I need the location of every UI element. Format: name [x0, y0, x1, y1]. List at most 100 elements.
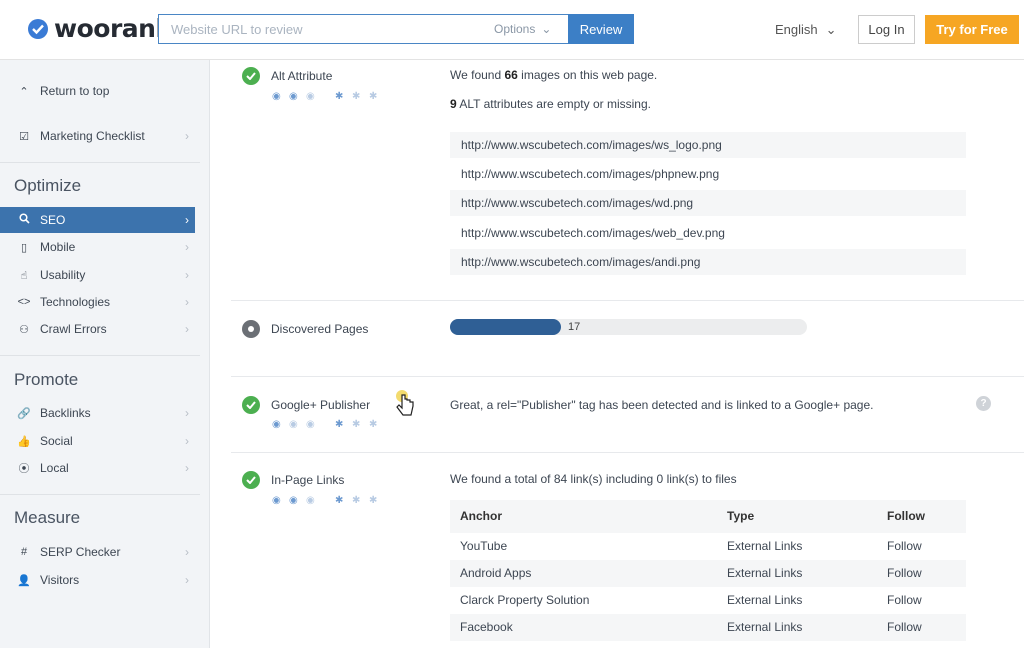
sidebar-item-label: Crawl Errors [40, 322, 107, 336]
links-summary: We found a total of 84 link(s) including… [450, 472, 737, 486]
sidebar-item-label: Mobile [40, 240, 76, 254]
sidebar-divider [0, 162, 200, 163]
sidebar-item-usability[interactable]: ☝ Usability › [0, 262, 195, 288]
sidebar-item-label: Local [40, 461, 69, 475]
discovered-pages-bar-fill [450, 319, 561, 335]
hand-pointer-icon: ☝ [20, 269, 28, 282]
sidebar-item-technologies[interactable]: <> Technologies › [0, 289, 195, 315]
sidebar-item-local[interactable]: ⦿ Local › [0, 455, 195, 481]
missing-alt-url: http://www.wscubetech.com/images/web_dev… [450, 220, 966, 246]
sidebar-item-backlinks[interactable]: 🔗 Backlinks › [0, 400, 195, 426]
login-button[interactable]: Log In [858, 15, 915, 44]
sidebar-item-label: Usability [40, 268, 86, 282]
anchor-cell: YouTube [460, 539, 508, 553]
hand-cursor-icon [393, 390, 417, 425]
impact-icon: ◉ [272, 495, 281, 506]
missing-alt-url: http://www.wscubetech.com/images/andi.pn… [450, 249, 966, 275]
chevron-down-icon: ⌄ [541, 22, 552, 36]
chevron-right-icon: › [185, 322, 189, 336]
column-header-follow[interactable]: Follow [887, 500, 925, 533]
sidebar-item-marketing-checklist[interactable]: ☑ Marketing Checklist › [0, 123, 195, 149]
column-header-type[interactable]: Type [727, 500, 754, 533]
type-cell: External Links [727, 593, 803, 607]
alt-missing-text: 9 ALT attributes are empty or missing. [450, 97, 651, 111]
type-cell: External Links [727, 566, 803, 580]
impact-icon: ◉ [289, 91, 298, 102]
section-heading-optimize: Optimize [14, 176, 82, 195]
follow-cell: Follow [887, 593, 922, 607]
missing-alt-url: http://www.wscubetech.com/images/phpnew.… [450, 161, 966, 187]
sidebar-item-seo[interactable]: SEO › [0, 207, 195, 233]
impact-icon: ◉ [272, 419, 281, 430]
type-cell: External Links [727, 620, 803, 634]
discovered-pages-count: 17 [568, 321, 581, 333]
return-to-top[interactable]: ⌃ Return to top [0, 78, 195, 104]
gear-icon: ✱ [335, 495, 344, 506]
sidebar-divider [0, 494, 200, 495]
impact-icon: ◉ [306, 91, 315, 102]
chevron-right-icon: › [185, 268, 189, 282]
chevron-right-icon: › [185, 240, 189, 254]
chevron-up-icon: ⌃ [19, 85, 29, 98]
missing-alt-url: http://www.wscubetech.com/images/ws_logo… [450, 132, 966, 158]
column-header-anchor[interactable]: Anchor [460, 500, 502, 533]
gear-icon: ✱ [352, 495, 361, 506]
check-icon [242, 67, 260, 85]
sidebar-divider [0, 355, 200, 356]
help-icon[interactable]: ? [976, 396, 991, 411]
top-header: woorank Options⌄ Review English⌄ Log In … [0, 0, 1024, 60]
try-free-button[interactable]: Try for Free [925, 15, 1019, 44]
woorank-logo[interactable]: woorank [28, 14, 172, 43]
gear-icon: ✱ [335, 91, 344, 102]
sidebar-item-label: Social [40, 434, 73, 448]
sitemap-icon: ⚇ [19, 323, 29, 336]
criterion-title-alt-attribute[interactable]: Alt Attribute [271, 69, 332, 83]
criterion-title-discovered-pages[interactable]: Discovered Pages [271, 322, 368, 336]
options-dropdown[interactable]: Options ⌄ [494, 14, 551, 44]
review-button[interactable]: Review [568, 14, 634, 44]
section-heading-promote: Promote [14, 370, 79, 389]
sidebar-item-mobile[interactable]: ▯ Mobile › [0, 234, 195, 260]
gear-icon: ✱ [352, 91, 361, 102]
sidebar-item-label: Technologies [40, 295, 111, 309]
table-row: Clarck Property Solution External Links … [450, 587, 966, 614]
table-row: Android Apps External Links Follow [450, 560, 966, 587]
url-search-bar: Options ⌄ Review [158, 14, 634, 44]
main-content: Alt Attribute ◉ ◉ ◉ ✱ ✱ ✱ We found 66 images… [211, 60, 1024, 648]
gear-icon: ✱ [335, 419, 344, 430]
gear-icon: ✱ [369, 419, 378, 430]
impact-icon: ◉ [289, 495, 298, 506]
language-label: English [775, 22, 818, 37]
language-selector[interactable]: English ⌄ [775, 22, 837, 38]
table-header-row: Anchor Type Follow [450, 500, 966, 533]
thumbs-up-icon: 👍 [17, 435, 31, 448]
sidebar-item-serp-checker[interactable]: # SERP Checker › [0, 539, 195, 565]
logo-check-icon [28, 18, 48, 39]
chevron-right-icon: › [185, 295, 189, 309]
section-heading-measure: Measure [14, 508, 81, 527]
chevron-right-icon: › [185, 573, 189, 587]
follow-cell: Follow [887, 620, 922, 634]
criterion-title-google-publisher[interactable]: Google+ Publisher [271, 398, 370, 412]
sidebar-item-social[interactable]: 👍 Social › [0, 428, 195, 454]
follow-cell: Follow [887, 539, 922, 553]
chevron-down-icon: ⌄ [825, 22, 837, 37]
chevron-right-icon: › [185, 545, 189, 559]
gear-icon: ✱ [369, 495, 378, 506]
hash-icon: # [20, 546, 28, 558]
sidebar-item-label: SERP Checker [40, 545, 121, 559]
section-divider [231, 376, 1024, 377]
impact-icon: ◉ [272, 91, 281, 102]
logo-text: woorank [54, 14, 172, 43]
chevron-right-icon: › [185, 461, 189, 475]
sidebar: ⌃ Return to top ☑ Marketing Checklist › … [0, 60, 210, 648]
section-divider [231, 452, 1024, 453]
sidebar-item-visitors[interactable]: 👤 Visitors › [0, 567, 195, 593]
section-divider [231, 300, 1024, 301]
sidebar-item-label: SEO [40, 213, 66, 227]
links-table: Anchor Type Follow YouTube External Link… [450, 500, 966, 641]
table-row: Facebook External Links Follow [450, 614, 966, 641]
search-icon [17, 213, 31, 227]
criterion-title-in-page-links[interactable]: In-Page Links [271, 473, 344, 487]
sidebar-item-crawl-errors[interactable]: ⚇ Crawl Errors › [0, 316, 195, 342]
